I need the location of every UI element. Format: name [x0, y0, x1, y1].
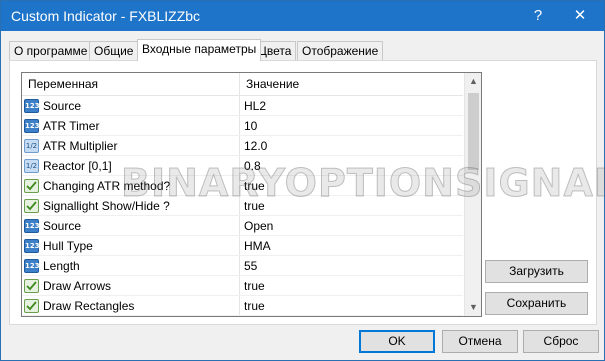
table-row[interactable]: Changing ATR method? true — [22, 176, 463, 196]
scroll-thumb[interactable] — [468, 93, 479, 170]
double-type-icon: 1/2 — [24, 139, 39, 153]
vertical-scrollbar[interactable]: ▲ ▼ — [464, 73, 481, 316]
param-value[interactable]: Open — [244, 216, 273, 236]
indicator-dialog: Custom Indicator - FXBLIZZbc ? ✕ О прогр… — [0, 0, 605, 361]
bool-type-icon — [24, 199, 39, 213]
param-value[interactable]: true — [244, 176, 265, 196]
table-row[interactable]: 123 ATR Timer 10 — [22, 116, 463, 136]
param-name: Signallight Show/Hide ? — [43, 199, 170, 213]
param-name: Draw Arrows — [43, 279, 112, 293]
double-type-icon: 1/2 — [24, 159, 39, 173]
tab-common[interactable]: Общие — [89, 41, 139, 60]
param-name: Draw Rectangles — [43, 299, 135, 313]
param-value[interactable]: 12.0 — [244, 136, 267, 156]
param-name: Reactor [0,1] — [43, 159, 112, 173]
tab-inputs[interactable]: Входные параметры — [137, 39, 262, 61]
cancel-button[interactable]: Отмена — [442, 330, 518, 353]
param-name: Source — [43, 99, 82, 113]
table-row[interactable]: 123 Hull Type HMA — [22, 236, 463, 256]
param-value[interactable]: 10 — [244, 116, 257, 136]
tab-about[interactable]: О программе — [9, 41, 93, 60]
bool-type-icon — [24, 279, 39, 293]
parameters-grid: Переменная Значение 123 Source HL2 123 ATR T… — [21, 72, 482, 317]
inputs-panel: Переменная Значение 123 Source HL2 123 ATR T… — [9, 60, 597, 325]
tab-visualization[interactable]: Отображение — [297, 41, 384, 60]
int-type-icon: 123 — [24, 119, 40, 133]
param-name: ATR Timer — [43, 119, 100, 133]
grid-header: Переменная Значение — [22, 73, 463, 96]
reset-button[interactable]: Сброс — [523, 330, 599, 353]
table-row[interactable]: Signallight Show/Hide ? true — [22, 196, 463, 216]
column-header-value[interactable]: Значение — [240, 73, 299, 95]
save-button[interactable]: Сохранить — [485, 292, 588, 315]
column-header-variable[interactable]: Переменная — [22, 73, 98, 95]
title-bar: Custom Indicator - FXBLIZZbc ? ✕ — [1, 1, 604, 31]
param-name: ATR Multiplier — [43, 139, 118, 153]
ok-button[interactable]: OK — [359, 330, 435, 353]
help-button[interactable]: ? — [519, 1, 557, 31]
table-row[interactable]: Draw Arrows true — [22, 276, 463, 296]
param-value[interactable]: true — [244, 276, 265, 296]
load-button[interactable]: Загрузить — [485, 260, 588, 283]
bool-type-icon — [24, 179, 39, 193]
int-type-icon: 123 — [24, 219, 40, 233]
int-type-icon: 123 — [24, 99, 40, 113]
param-value[interactable]: HMA — [244, 236, 271, 256]
scroll-down-arrow-icon[interactable]: ▼ — [465, 299, 481, 316]
param-name: Length — [43, 259, 80, 273]
param-value[interactable]: true — [244, 196, 265, 216]
table-row[interactable]: 1/2 Reactor [0,1] 0.8 — [22, 156, 463, 176]
param-value[interactable]: 0.8 — [244, 156, 261, 176]
table-row[interactable]: Draw Rectangles true — [22, 296, 463, 316]
int-type-icon: 123 — [24, 259, 40, 273]
close-button[interactable]: ✕ — [561, 1, 599, 31]
table-row[interactable]: 123 Source Open — [22, 216, 463, 236]
table-row[interactable]: 123 Source HL2 — [22, 96, 463, 116]
param-name: Source — [43, 219, 82, 233]
bool-type-icon — [24, 299, 39, 313]
window-title: Custom Indicator - FXBLIZZbc — [11, 8, 201, 24]
int-type-icon: 123 — [24, 239, 40, 253]
param-value[interactable]: HL2 — [244, 96, 266, 116]
table-row[interactable]: 123 Length 55 — [22, 256, 463, 276]
scroll-up-arrow-icon[interactable]: ▲ — [465, 73, 481, 90]
param-value[interactable]: true — [244, 296, 265, 316]
param-name: Hull Type — [43, 239, 93, 253]
param-name: Changing ATR method? — [43, 179, 171, 193]
table-row[interactable]: 1/2 ATR Multiplier 12.0 — [22, 136, 463, 156]
param-value[interactable]: 55 — [244, 256, 257, 276]
row-divider — [22, 315, 463, 316]
